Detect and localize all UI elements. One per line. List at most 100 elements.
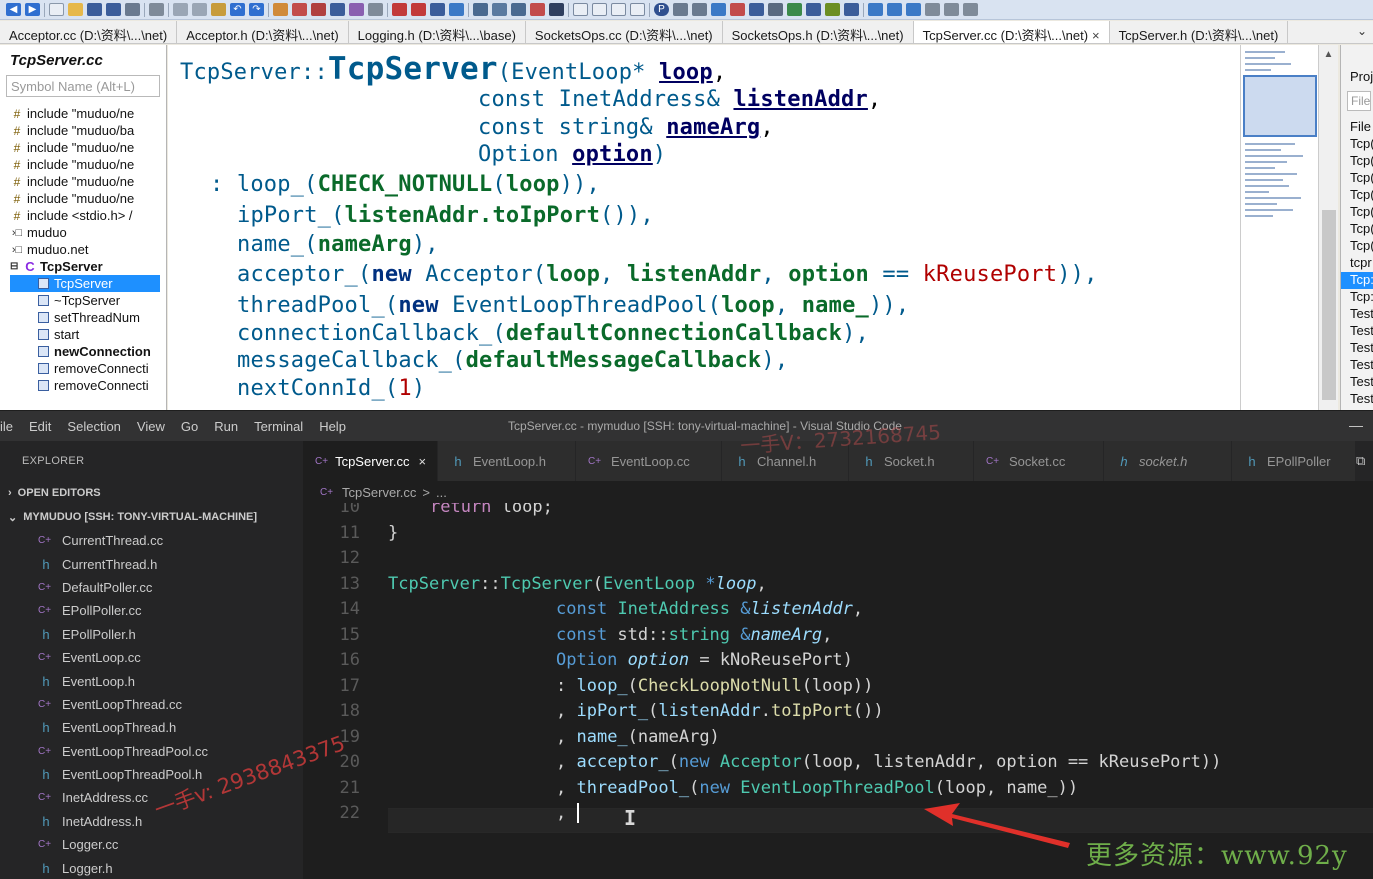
project-file-item[interactable]: Test <box>1341 340 1373 357</box>
replace-icon[interactable] <box>349 3 364 16</box>
symbol-item[interactable]: # include "muduo/ba <box>10 122 160 139</box>
tabs-overflow-icon[interactable]: ⌄ <box>1351 21 1373 43</box>
symbol-item[interactable]: # include "muduo/ne <box>10 105 160 122</box>
menu-go[interactable]: Go <box>173 419 206 434</box>
symbol-item[interactable]: newConnection <box>10 343 160 360</box>
tab-socket-cc[interactable]: C+ Socket.cc <box>974 441 1104 481</box>
si-tab-logging-h[interactable]: Logging.h (D:\资料\...\base) <box>349 21 526 43</box>
menu-terminal[interactable]: Terminal <box>246 419 311 434</box>
project-file-item[interactable]: Test <box>1341 374 1373 391</box>
si-code-editor[interactable]: TcpServer::TcpServer(EventLoop* loop, co… <box>168 45 1240 410</box>
relation-icon[interactable] <box>392 3 407 16</box>
undo-icon[interactable]: ↶ <box>230 3 245 16</box>
explorer-file[interactable]: C+ DefaultPoller.cc <box>0 576 303 599</box>
indent-icon[interactable] <box>887 3 902 16</box>
bookmark-icon[interactable] <box>292 3 307 16</box>
menu-help[interactable]: Help <box>311 419 354 434</box>
scroll-up-icon[interactable]: ▲ <box>1319 45 1338 60</box>
tab-socket-h-preview[interactable]: h socket.h <box>1104 441 1232 481</box>
copy-icon[interactable] <box>192 3 207 16</box>
tab-tcpserver-cc[interactable]: C+ TcpServer.cc × <box>303 441 438 481</box>
grid-icon[interactable] <box>749 3 764 16</box>
tab-epollpoller[interactable]: h EPollPoller <box>1232 441 1356 481</box>
forward-icon[interactable]: ▶ <box>25 3 40 16</box>
si-tab-socketsops-cc[interactable]: SocketsOps.cc (D:\资料\...\net) <box>526 21 723 43</box>
more-icon[interactable] <box>963 3 978 16</box>
table-icon[interactable] <box>844 3 859 16</box>
symbol-item[interactable]: removeConnecti <box>10 377 160 394</box>
cut-icon[interactable] <box>173 3 188 16</box>
print-icon[interactable] <box>149 3 164 16</box>
symbol-item[interactable]: setThreadNum <box>10 309 160 326</box>
symbol-item[interactable]: # include <stdio.h> / <box>10 207 160 224</box>
highlight-icon[interactable] <box>530 3 545 16</box>
tab-eventloop-h[interactable]: h EventLoop.h <box>438 441 576 481</box>
project-file-item[interactable]: tcpr <box>1341 255 1373 272</box>
symbol-item[interactable]: # include "muduo/ne <box>10 173 160 190</box>
project-file-item[interactable]: Tcp( <box>1341 136 1373 153</box>
vscode-code-editor[interactable]: 10 11 12 13 14 15 16 17 18 19 20 21 22 r… <box>303 503 1373 879</box>
project-file-item[interactable]: Test <box>1341 306 1373 323</box>
symbol-item[interactable]: # include "muduo/ne <box>10 156 160 173</box>
project-file-item[interactable]: Test <box>1341 391 1373 408</box>
si-vertical-scrollbar[interactable]: ▲ <box>1318 45 1338 410</box>
menu-edit[interactable]: Edit <box>21 419 59 434</box>
tab-eventloop-cc[interactable]: C+ EventLoop.cc <box>576 441 722 481</box>
project-file-item[interactable]: Test <box>1341 357 1373 374</box>
format-icon[interactable] <box>944 3 959 16</box>
project-file-item[interactable]: Test <box>1341 323 1373 340</box>
font-icon[interactable] <box>925 3 940 16</box>
project-file-item[interactable]: Tcp( <box>1341 204 1373 221</box>
project-file-item[interactable]: Tcp: <box>1341 289 1373 306</box>
collapse-icon[interactable]: ⊟ <box>10 261 20 272</box>
jump-icon[interactable] <box>273 3 288 16</box>
explorer-file[interactable]: C+ Logger.cc <box>0 833 303 856</box>
project-file-item[interactable]: Tcp( <box>1341 153 1373 170</box>
project-file-item[interactable]: Tcp( <box>1341 238 1373 255</box>
explorer-file[interactable]: h EventLoopThread.h <box>0 716 303 739</box>
outdent-icon[interactable] <box>906 3 921 16</box>
options-icon[interactable] <box>673 3 688 16</box>
project-icon[interactable]: P <box>654 3 669 16</box>
redo-icon[interactable]: ↷ <box>249 3 264 16</box>
menu-file[interactable]: ile <box>0 419 21 434</box>
symbol-item[interactable]: ›□ muduo.net <box>10 241 160 258</box>
symbol-icon[interactable] <box>311 3 326 16</box>
browse-icon[interactable] <box>473 3 488 16</box>
plus-minus-icon[interactable] <box>868 3 883 16</box>
symbol-item[interactable]: start <box>10 326 160 343</box>
save-all-icon[interactable] <box>106 3 121 16</box>
project-file-item-selected[interactable]: Tcp: <box>1341 272 1373 289</box>
si-tab-tcpserver-cc[interactable]: TcpServer.cc (D:\资料\...\net) × <box>913 21 1110 43</box>
close-file-icon[interactable] <box>125 3 140 16</box>
explorer-file[interactable]: h EventLoop.h <box>0 669 303 692</box>
new-file-icon[interactable] <box>49 3 64 16</box>
close-icon[interactable]: × <box>418 454 426 469</box>
project-file-item[interactable]: Tcp( <box>1341 221 1373 238</box>
project-file-item[interactable]: Tcp( <box>1341 170 1373 187</box>
explorer-file[interactable]: C+ CurrentThread.cc <box>0 529 303 552</box>
breadcrumb-file[interactable]: TcpServer.cc <box>342 485 416 500</box>
tile-icon[interactable] <box>630 3 645 16</box>
si-tab-socketsops-h[interactable]: SocketsOps.h (D:\资料\...\net) <box>723 21 914 43</box>
symbol-item-selected[interactable]: TcpServer <box>10 275 160 292</box>
si-tab-acceptor-h[interactable]: Acceptor.h (D:\资料\...\net) <box>177 21 349 43</box>
activate-icon[interactable] <box>549 3 564 16</box>
call-graph-icon[interactable] <box>411 3 426 16</box>
si-overview-minimap[interactable] <box>1240 45 1318 410</box>
panel-icon[interactable] <box>611 3 626 16</box>
project-search-input[interactable]: File <box>1347 91 1371 111</box>
explorer-file[interactable]: h Logger.h <box>0 856 303 879</box>
class-browser-icon[interactable] <box>787 3 802 16</box>
split-editor-icon[interactable]: ⧉ <box>1356 441 1373 481</box>
symbol-item[interactable]: removeConnecti <box>10 360 160 377</box>
scroll-thumb[interactable] <box>1322 210 1336 400</box>
explorer-file[interactable]: h InetAddress.h <box>0 810 303 833</box>
workspace-section[interactable]: ⌄ MYMUDUO [SSH: TONY-VIRTUAL-MACHINE] <box>0 505 303 529</box>
symbol-item[interactable]: ~TcpServer <box>10 292 160 309</box>
symbol-item-class[interactable]: ⊟ C TcpServer <box>10 258 160 275</box>
hash-icon[interactable] <box>825 3 840 16</box>
reload-icon[interactable] <box>730 3 745 16</box>
menu-run[interactable]: Run <box>206 419 246 434</box>
project-file-item[interactable]: Tcp( <box>1341 187 1373 204</box>
